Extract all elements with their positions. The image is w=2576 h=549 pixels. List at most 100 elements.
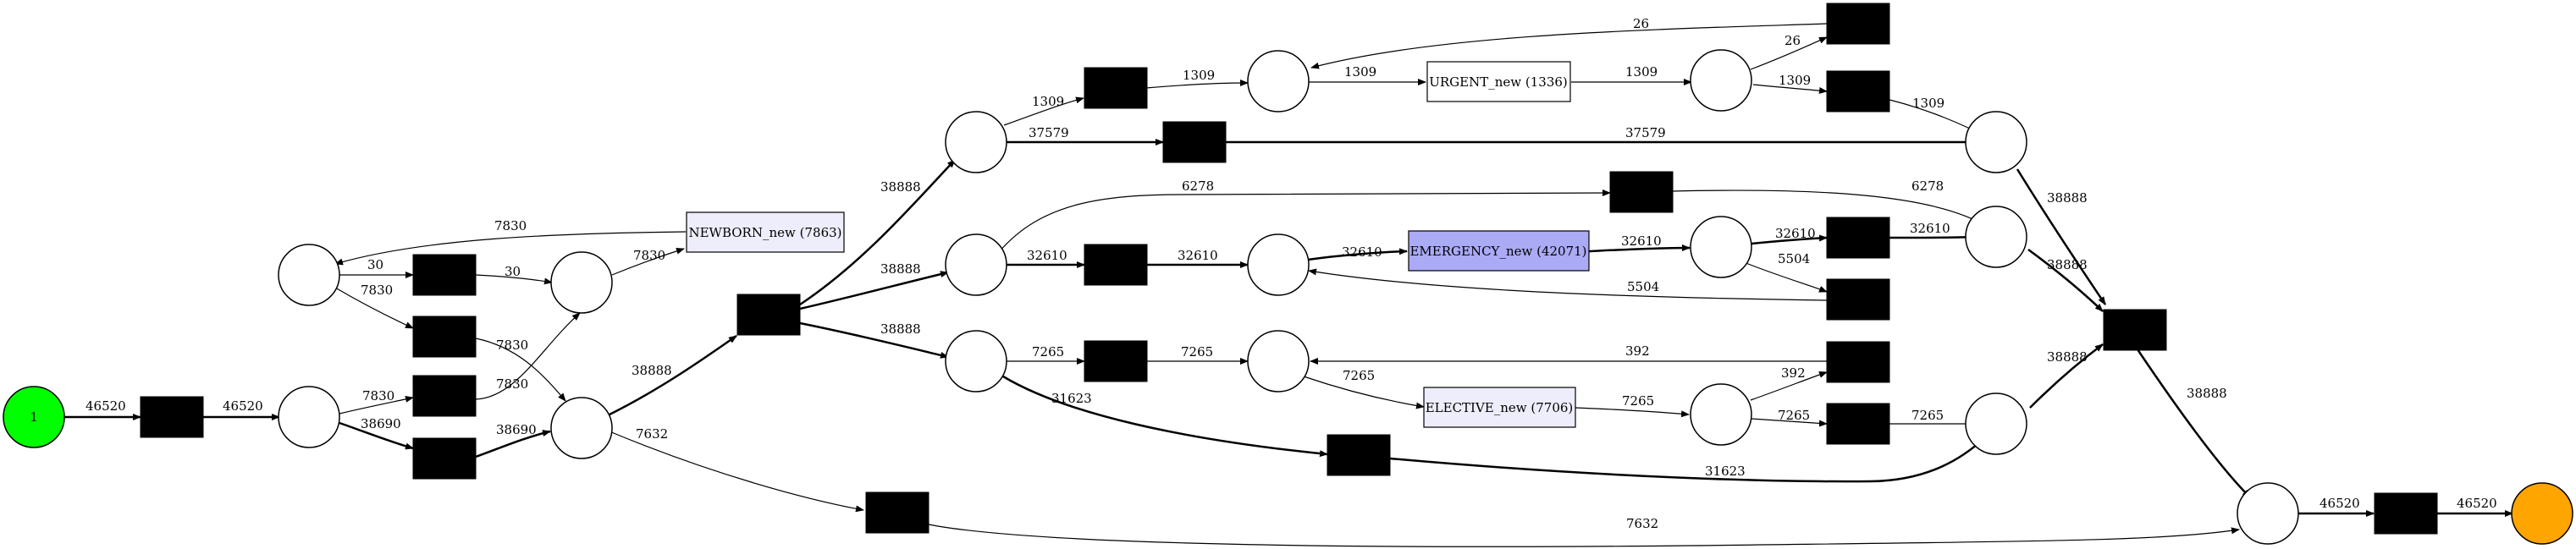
edge-label: 1309 <box>1779 73 1811 88</box>
place <box>1690 216 1752 278</box>
edge-label: 32610 <box>1178 248 1218 263</box>
silent-transition <box>1084 340 1148 382</box>
edge-label: 7830 <box>361 283 393 298</box>
silent-transition <box>412 316 477 358</box>
silent-transition <box>2374 492 2438 535</box>
process-diagram: 46520 46520 7830 38690 38690 7830 7830 3… <box>3 3 2573 547</box>
silent-transition <box>1826 403 1890 445</box>
edge-label: 38888 <box>880 321 921 337</box>
edge-label: 46520 <box>223 398 263 414</box>
place <box>1965 111 2027 173</box>
place <box>278 386 340 448</box>
edge-label: 46520 <box>85 398 126 414</box>
place <box>945 111 1007 173</box>
edge-label: 7830 <box>633 248 665 263</box>
edge-label: 32610 <box>1027 248 1067 263</box>
edge-label: 38690 <box>496 422 537 437</box>
place <box>1690 383 1752 446</box>
arc-skipL-pLend <box>1389 437 1985 483</box>
activity-emergency-label: EMERGENCY_new (42071) <box>1409 244 1586 259</box>
arc-skip-end <box>928 524 2240 547</box>
edge-label: 5504 <box>1627 279 1659 294</box>
silent-transition <box>1084 244 1148 286</box>
arc-elective-pL3 <box>1575 407 1690 418</box>
silent-transition <box>412 254 477 296</box>
silent-transition <box>736 294 801 336</box>
edge-label: 37579 <box>1625 125 1666 140</box>
edge-label: 1309 <box>1912 96 1944 111</box>
edge-label: 7265 <box>1911 408 1944 423</box>
arc-tLoop-pU2 <box>1310 23 1828 69</box>
edge-label: 7830 <box>496 338 528 353</box>
edge-label: 7632 <box>636 426 668 442</box>
arc-tOut-pEend <box>1889 233 1978 241</box>
edge-label: 38888 <box>2047 190 2088 206</box>
edge-label: 1309 <box>1183 68 1215 83</box>
silent-transition <box>140 396 204 438</box>
edge-label: 38888 <box>2187 386 2227 401</box>
silent-transition <box>2103 309 2167 351</box>
silent-transition <box>412 375 477 417</box>
silent-transition <box>1327 434 1391 476</box>
arc-pUend-join <box>2016 168 2107 305</box>
edge-label: 7830 <box>362 388 394 404</box>
place <box>1965 393 2027 455</box>
arc-p4-split <box>609 334 737 416</box>
edge-label: 1309 <box>1032 94 1064 109</box>
arc-split-pE <box>799 271 949 310</box>
place <box>1965 206 2027 268</box>
edge-label: 38888 <box>2047 349 2088 365</box>
edge-label: 392 <box>1781 365 1806 381</box>
edge-label: 7265 <box>1032 344 1064 360</box>
arc-split-pL <box>799 321 949 359</box>
edge-label: 37579 <box>1029 125 1069 140</box>
silent-transition <box>1609 171 1674 213</box>
edge-label: 38888 <box>880 261 921 277</box>
edge-label: 46520 <box>2457 496 2497 511</box>
edge-label: 5504 <box>1778 251 1810 266</box>
edge-label: 38888 <box>2047 257 2088 272</box>
edge-label: 7265 <box>1343 368 1375 383</box>
place <box>1247 233 1310 296</box>
edge-label: 32610 <box>1621 233 1662 249</box>
edge-label: 31623 <box>1705 464 1746 479</box>
edge-label: 7830 <box>496 376 528 392</box>
edge-label: 38888 <box>632 363 672 378</box>
place <box>550 251 613 314</box>
silent-transition <box>1084 67 1148 109</box>
arc-p4-skip <box>609 431 864 513</box>
edge-label: 38690 <box>361 416 401 431</box>
silent-transition <box>1826 70 1890 113</box>
edge-label: 1309 <box>1625 64 1658 80</box>
place <box>278 244 340 306</box>
place <box>550 397 613 459</box>
silent-transition <box>1162 121 1227 163</box>
end-place <box>2511 482 2573 545</box>
place <box>1247 50 1310 113</box>
activity-newborn-label: NEWBORN_new (7863) <box>688 225 841 240</box>
edge-label: 32610 <box>1342 244 1382 260</box>
edge-label: 6278 <box>1182 178 1214 194</box>
silent-transition <box>865 491 929 534</box>
edge-label: 26 <box>1633 16 1649 31</box>
edge-label: 1309 <box>1344 64 1376 80</box>
edge-label: 7265 <box>1778 408 1810 423</box>
edge-label: 30 <box>367 257 383 272</box>
place <box>945 233 1007 296</box>
edge-label: 46520 <box>2320 496 2360 511</box>
silent-transition <box>1826 341 1890 383</box>
arc-loop-pE2 <box>1308 268 1828 301</box>
start-token: 1 <box>30 409 38 425</box>
edge-label: 32610 <box>1775 226 1816 241</box>
activity-urgent-label: URGENT_new (1336) <box>1429 74 1568 90</box>
edge-label: 392 <box>1625 343 1650 359</box>
arc-join-pF <box>2136 349 2251 498</box>
activity-elective-label: ELECTIVE_new (7706) <box>1426 400 1574 415</box>
silent-transition <box>1826 278 1890 321</box>
place <box>945 330 1007 393</box>
edge-label: 7265 <box>1622 393 1654 409</box>
arc-pE3-loop <box>1743 261 1828 293</box>
edge-label: 26 <box>1784 33 1801 48</box>
silent-transition <box>1826 217 1890 259</box>
edge-label: 6278 <box>1911 178 1944 194</box>
